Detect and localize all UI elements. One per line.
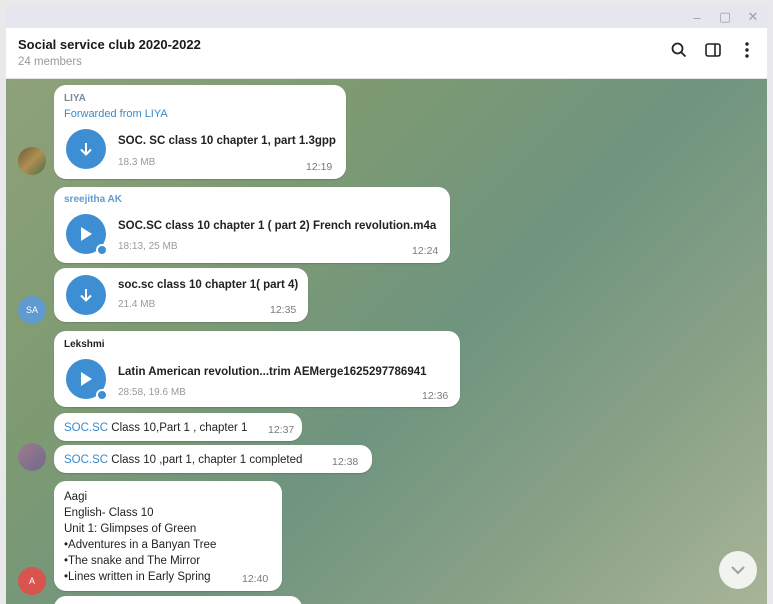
chat-title[interactable]: Social service club 2020-2022 — [18, 37, 201, 52]
avatar[interactable]: A — [18, 567, 46, 595]
play-button[interactable] — [66, 214, 108, 256]
chevron-down-icon — [731, 566, 745, 575]
message-body: Class 10 ,part 1, chapter 1 completed — [108, 454, 303, 466]
message-bubble[interactable]: soc.sc class 10 chapter 1( part 4) 21.4 … — [54, 268, 308, 322]
sender-name[interactable]: Aagi — [64, 489, 216, 505]
download-arrow-icon — [80, 143, 92, 156]
download-button[interactable] — [66, 275, 106, 315]
avatar[interactable]: SA — [18, 296, 46, 324]
file-size: 21.4 MB — [118, 299, 156, 310]
forwarded-from[interactable]: Forwarded from LIYA — [64, 108, 168, 120]
hashtag[interactable]: SOC.SC — [64, 422, 108, 434]
download-badge-icon — [96, 244, 108, 256]
file-name: SOC. SC class 10 chapter 1, part 1.3gpp — [118, 135, 336, 147]
file-name: SOC.SC class 10 chapter 1 ( part 2) Fren… — [118, 220, 437, 232]
scroll-down-button[interactable] — [719, 551, 757, 589]
close-icon[interactable]: ✕ — [739, 9, 767, 25]
file-size: 18:13, 25 MB — [118, 241, 178, 252]
avatar-initials: SA — [25, 305, 38, 315]
message-bubble[interactable]: Aagi English- Class 10 Unit 1: Glimpses … — [54, 481, 282, 591]
text-line: •Adventures in a Banyan Tree — [64, 539, 217, 551]
avatar[interactable] — [18, 443, 46, 471]
file-name: soc.sc class 10 chapter 1( part 4) — [118, 279, 299, 291]
window-titlebar: – ▢ ✕ — [6, 6, 767, 28]
message-time: 12:36 — [422, 390, 449, 402]
message-time: 12:38 — [332, 456, 359, 468]
message-time: 12:35 — [270, 304, 297, 316]
message-time: 12:37 — [268, 424, 295, 436]
search-icon[interactable] — [669, 40, 689, 60]
text-line: Unit 1: Glimpses of Green — [64, 523, 197, 535]
maximize-icon[interactable]: ▢ — [711, 9, 739, 25]
message-time: 12:40 — [242, 573, 269, 585]
header-actions — [669, 40, 757, 60]
message-body: Class 10,Part 1 , chapter 1 — [108, 422, 248, 434]
chat-history[interactable]: LIYA Forwarded from LIYA SOC. SC class 1… — [6, 79, 767, 604]
file-size: 28:58, 19.6 MB — [118, 387, 186, 398]
sender-name[interactable]: LIYA — [64, 93, 86, 104]
message-bubble[interactable]: SOC.SC Class 10 ,part 1, chapter 1 compl… — [54, 445, 372, 473]
avatar[interactable] — [18, 147, 46, 175]
minimize-icon[interactable]: – — [683, 10, 711, 25]
sender-name[interactable]: Lekshmi — [64, 339, 105, 350]
message-bubble[interactable]: Lekshmi Latin American revolution...trim… — [54, 331, 460, 407]
chat-header: Social service club 2020-2022 24 members — [6, 28, 767, 79]
more-vert-icon[interactable] — [737, 40, 757, 60]
message-bubble[interactable]: SOC.SC Class 10,Part 1 , chapter 1 12:37 — [54, 413, 302, 441]
sidebar-toggle-icon[interactable] — [703, 40, 723, 60]
message-text: SOC.SC Class 10,Part 1 , chapter 1 — [64, 422, 247, 434]
play-button[interactable] — [66, 359, 108, 401]
play-icon — [81, 227, 92, 241]
play-icon — [81, 372, 92, 386]
text-line: •Lines written in Early Spring — [64, 571, 211, 583]
message-bubble[interactable]: sreejitha AK SOC.SC class 10 chapter 1 (… — [54, 187, 450, 263]
message-text: Aagi English- Class 10 Unit 1: Glimpses … — [64, 489, 216, 585]
sender-name[interactable]: sreejitha AK — [64, 194, 122, 205]
file-size: 18.3 MB — [118, 157, 156, 168]
avatar-initials: A — [28, 576, 35, 586]
message-text: SOC.SC Class 10 ,part 1, chapter 1 compl… — [64, 454, 302, 466]
hashtag[interactable]: SOC.SC — [64, 454, 108, 466]
text-line: English- Class 10 — [64, 507, 154, 519]
text-line: •The snake and The Mirror — [64, 555, 201, 567]
message-bubble[interactable] — [54, 596, 302, 604]
message-time: 12:24 — [412, 245, 439, 257]
message-time: 12:19 — [306, 161, 333, 173]
message-bubble[interactable]: LIYA Forwarded from LIYA SOC. SC class 1… — [54, 85, 346, 179]
member-count: 24 members — [18, 56, 82, 68]
download-arrow-icon — [80, 289, 92, 302]
download-button[interactable] — [66, 129, 106, 169]
file-name: Latin American revolution...trim AEMerge… — [118, 366, 427, 378]
download-badge-icon — [96, 389, 108, 401]
